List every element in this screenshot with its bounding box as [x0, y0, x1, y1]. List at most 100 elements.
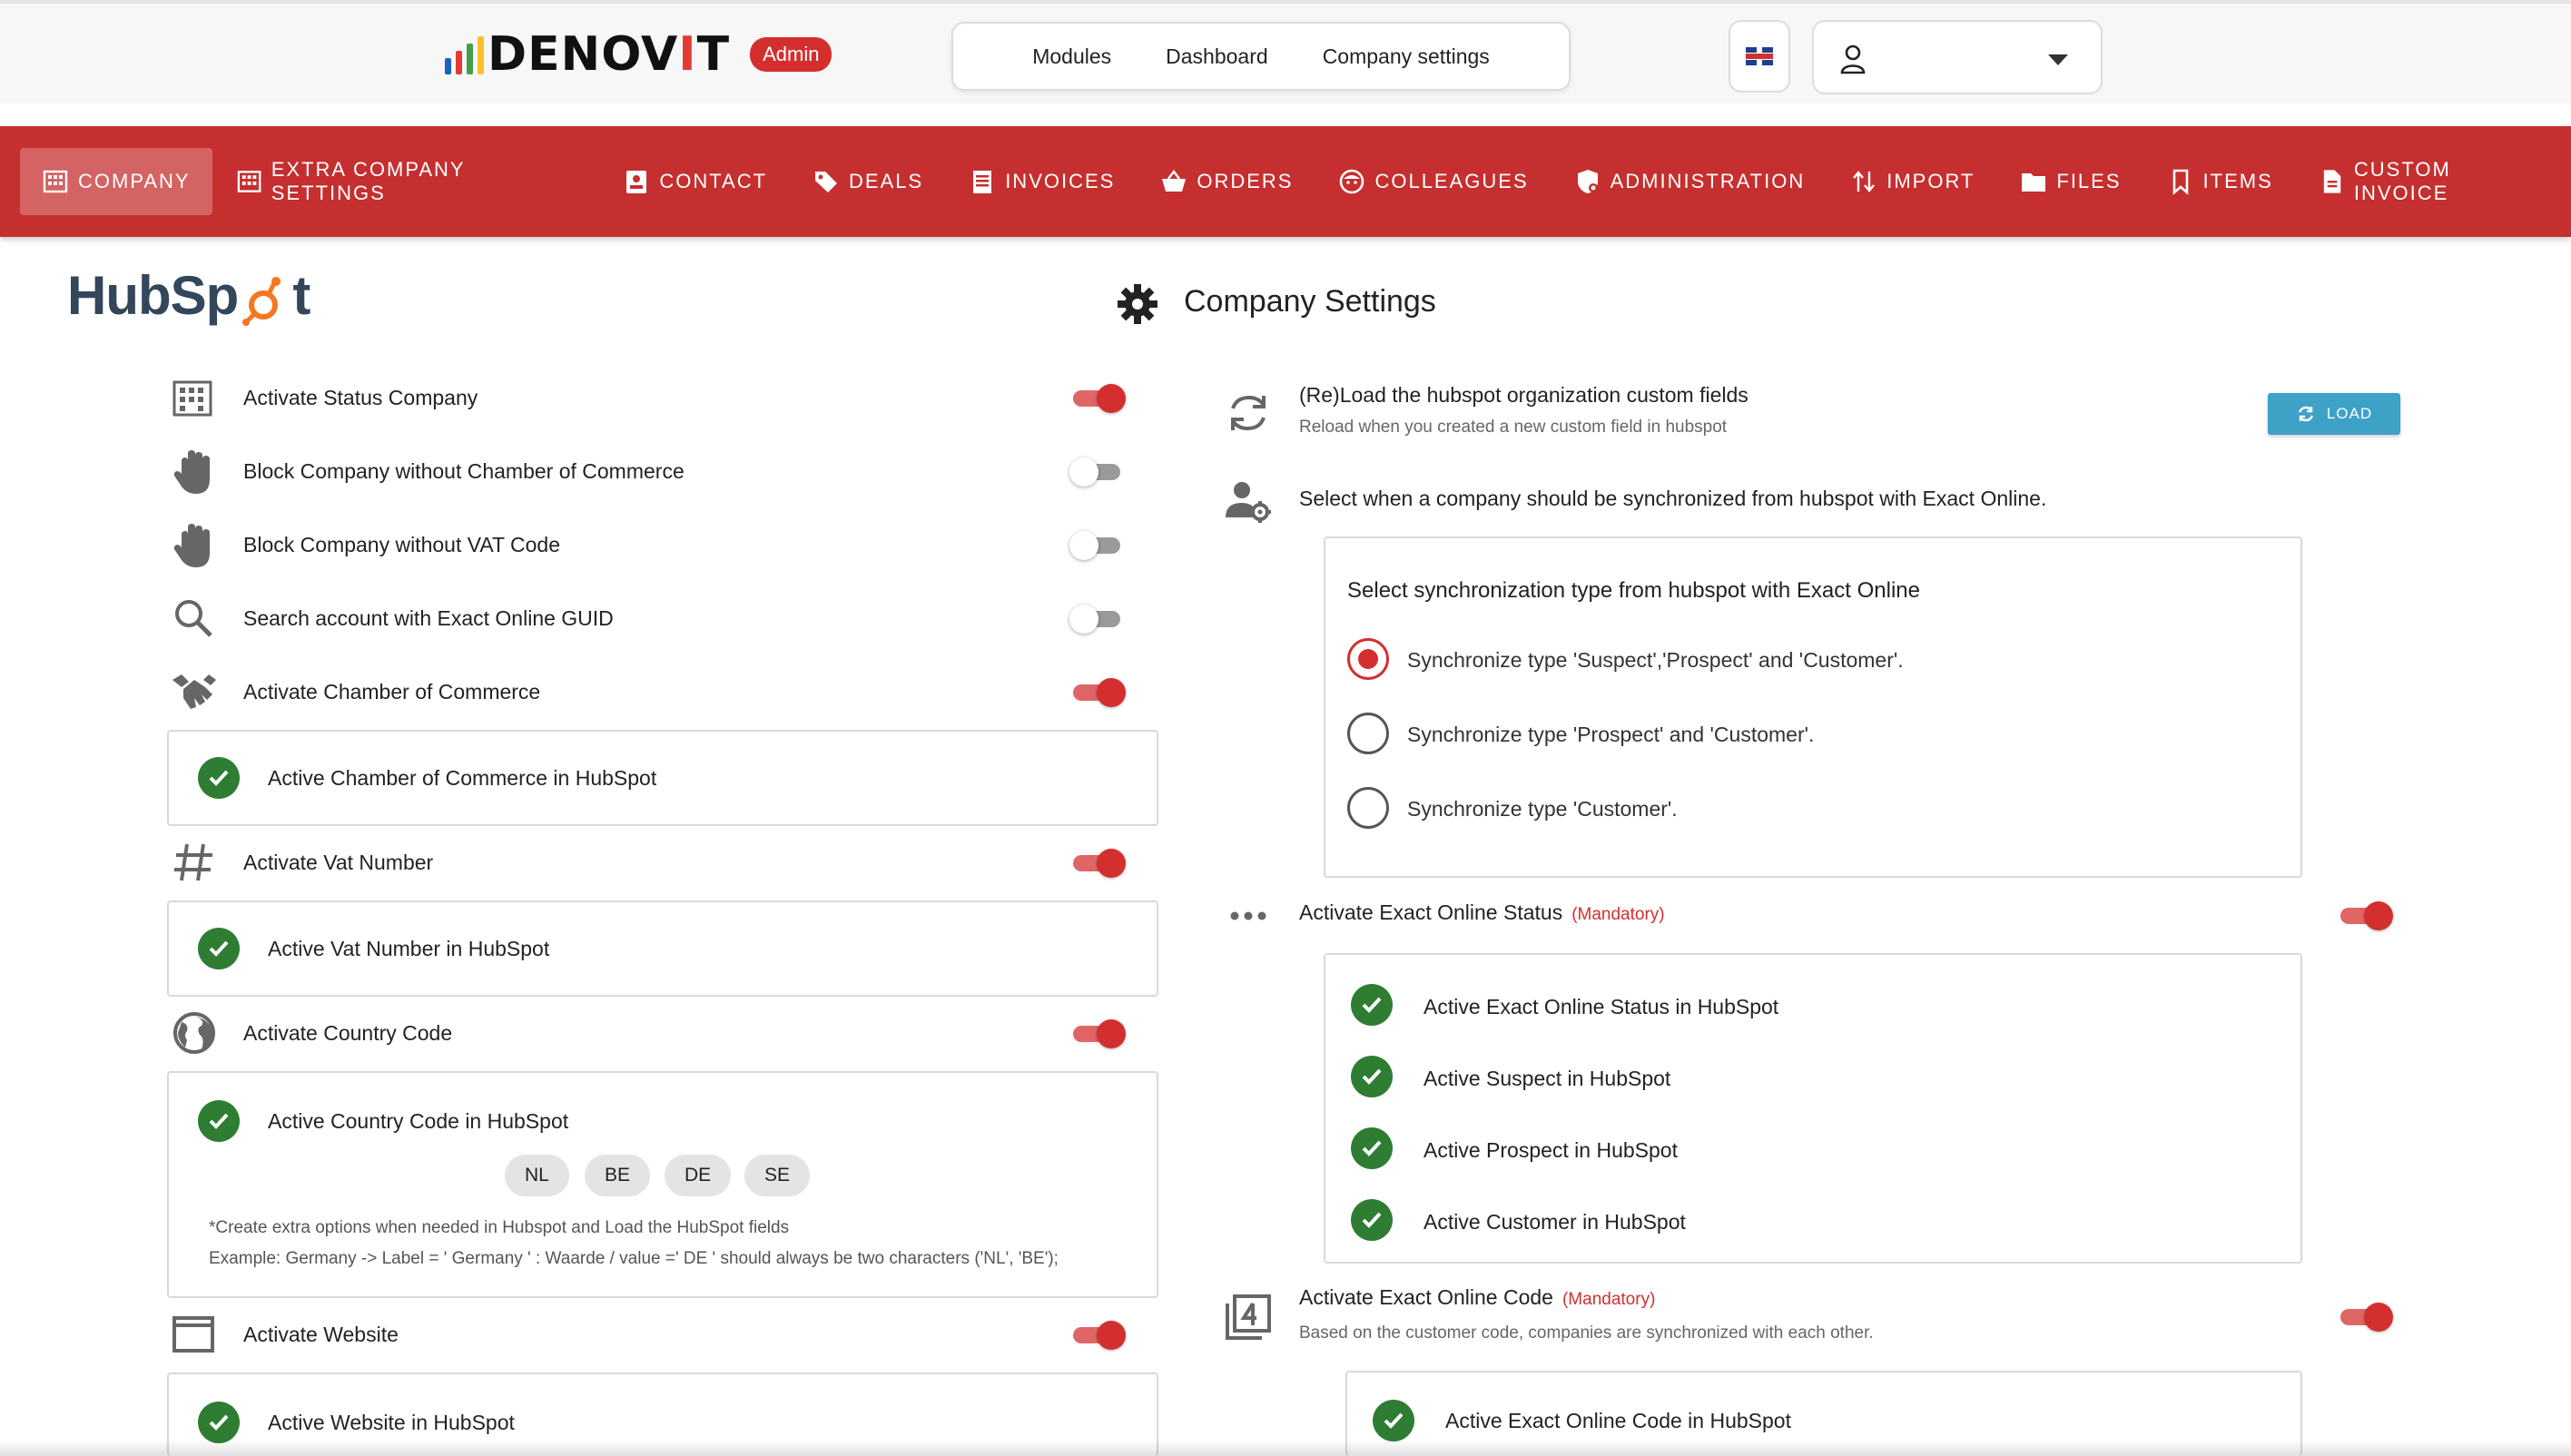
tag-icon: [815, 172, 838, 192]
menu-contact[interactable]: Contact: [601, 148, 789, 215]
menu-import-label: Import: [1886, 170, 1975, 192]
country-chip-be[interactable]: BE: [585, 1155, 651, 1196]
toggle-exact-code[interactable]: [2340, 1301, 2393, 1333]
globe-icon: [173, 1012, 215, 1054]
toggle-block-vat[interactable]: [1069, 529, 1124, 562]
building-icon: [237, 171, 261, 192]
country-note-1: *Create extra options when needed in Hub…: [209, 1218, 790, 1237]
menu-contact-label: Contact: [659, 170, 768, 192]
hubspot-logo: HubSp t: [67, 263, 310, 327]
document-icon: [2323, 170, 2341, 193]
sync-option-2-label: Synchronize type 'Prospect' and 'Custome…: [1407, 723, 1815, 746]
toggle-website[interactable]: [1073, 1319, 1126, 1352]
building-icon: [172, 380, 212, 417]
contact-card-icon: [626, 171, 647, 193]
menu-invoices-label: Invoices: [1005, 170, 1116, 192]
toggle-vat[interactable]: [1073, 847, 1126, 880]
gear-icon: [1118, 284, 1157, 324]
menu-import[interactable]: Import: [1828, 148, 1996, 215]
folder-icon: [2022, 173, 2046, 192]
menu-administration-label: Administration: [1610, 170, 1806, 192]
more-dots-icon: [1230, 911, 1266, 920]
toggle-status-company[interactable]: [1073, 382, 1126, 415]
country-chip-nl[interactable]: NL: [505, 1155, 569, 1196]
setting-label-website: Activate Website: [243, 1323, 399, 1346]
code-mandatory-label: (Mandatory): [1561, 1290, 1656, 1309]
menu-files[interactable]: Files: [1998, 148, 2142, 215]
country-chip-se[interactable]: SE: [744, 1155, 811, 1196]
menu-administration[interactable]: Administration: [1552, 148, 1827, 215]
building-icon: [43, 170, 68, 193]
menu-company[interactable]: Company: [20, 148, 212, 215]
menu-company-label: Company: [78, 170, 191, 192]
hand-icon: [173, 450, 210, 494]
user-settings-icon: [1226, 482, 1271, 523]
status-item-3: Active Prospect in HubSpot: [1423, 1138, 1678, 1162]
hubspot-sprocket-icon: [242, 277, 281, 326]
nav-company-settings[interactable]: Company settings: [1323, 44, 1490, 69]
radio-selected[interactable]: [1347, 638, 1389, 680]
menu-deals[interactable]: Deals: [791, 148, 945, 215]
refresh-icon: [2298, 406, 2313, 422]
check-circle-icon: [198, 757, 240, 799]
check-circle-icon: [198, 1100, 240, 1142]
language-button[interactable]: [1729, 20, 1790, 93]
top-header: DENOVIT Admin Modules Dashboard Company …: [0, 0, 2571, 103]
window-icon: [172, 1316, 214, 1353]
card-coc-label: Active Chamber of Commerce in HubSpot: [268, 766, 657, 790]
sync-title: Select when a company should be synchron…: [1299, 487, 2047, 510]
filter-4-icon: [1226, 1294, 1271, 1340]
sync-card-title: Select synchronization type from hubspot…: [1347, 578, 1920, 603]
menu-deals-label: Deals: [849, 170, 924, 192]
uk-flag-icon: [1746, 47, 1773, 65]
toggle-block-coc[interactable]: [1069, 456, 1124, 488]
nav-modules[interactable]: Modules: [1032, 44, 1111, 69]
code-subtitle: Based on the customer code, companies ar…: [1299, 1323, 1874, 1343]
hash-icon: [174, 843, 212, 881]
nav-dashboard[interactable]: Dashboard: [1166, 44, 1268, 69]
sync-option-2[interactable]: Synchronize type 'Prospect' and 'Custome…: [1347, 713, 2164, 758]
radio-unselected[interactable]: [1347, 787, 1389, 829]
card-coc: Active Chamber of Commerce in HubSpot: [167, 730, 1158, 826]
menu-custom-invoice[interactable]: Custom Invoice: [2297, 148, 2569, 215]
status-title-text: Activate Exact Online Status: [1299, 900, 1563, 924]
refresh-icon: [1231, 395, 1266, 431]
hand-icon: [173, 524, 210, 567]
setting-label-block-coc: Block Company without Chamber of Commerc…: [243, 459, 685, 483]
menu-colleagues[interactable]: Colleagues: [1316, 148, 1550, 215]
menu-custom-invoice-label: Custom Invoice: [2353, 158, 2451, 204]
menu-orders[interactable]: Orders: [1138, 148, 1315, 215]
user-select[interactable]: [1812, 20, 2103, 94]
code-title-text: Activate Exact Online Code: [1299, 1285, 1553, 1309]
check-circle-icon: [198, 1402, 240, 1443]
status-title: Activate Exact Online Status (Mandatory): [1299, 900, 1665, 925]
menu-items[interactable]: Items: [2145, 148, 2295, 215]
hubspot-logo-text-end: t: [292, 264, 310, 326]
menu-extra-company-settings[interactable]: Extra Company Settings: [214, 148, 600, 215]
setting-label-country: Activate Country Code: [243, 1021, 453, 1045]
check-circle-icon: [198, 928, 240, 969]
chevron-down-icon: [2048, 54, 2068, 65]
status-item-1: Active Exact Online Status in HubSpot: [1423, 995, 1779, 1018]
handshake-icon: [172, 674, 216, 709]
radio-unselected[interactable]: [1347, 713, 1389, 754]
toggle-country[interactable]: [1073, 1018, 1126, 1050]
reload-subtitle: Reload when you created a new custom fie…: [1299, 418, 1728, 437]
country-chip-de[interactable]: DE: [665, 1155, 732, 1196]
sync-option-3[interactable]: Synchronize type 'Customer'.: [1347, 787, 2164, 832]
toggle-coc[interactable]: [1073, 676, 1126, 709]
status-item-4: Active Customer in HubSpot: [1423, 1210, 1686, 1234]
load-button[interactable]: LOAD: [2268, 393, 2400, 435]
toggle-exact-status[interactable]: [2340, 900, 2393, 932]
toggle-search-guid[interactable]: [1069, 603, 1124, 635]
sync-option-1[interactable]: Synchronize type 'Suspect','Prospect' an…: [1347, 638, 2164, 684]
status-card: Active Exact Online Status in HubSpot Ac…: [1324, 953, 2302, 1264]
setting-label-block-vat: Block Company without VAT Code: [243, 533, 560, 556]
check-circle-icon: [1351, 1199, 1393, 1241]
denovit-logo[interactable]: DENOVIT Admin: [445, 31, 832, 78]
menu-files-label: Files: [2056, 170, 2122, 192]
load-button-label: LOAD: [2326, 405, 2373, 422]
menu-invoices[interactable]: Invoices: [947, 148, 1137, 215]
setting-label-search-guid: Search account with Exact Online GUID: [243, 606, 614, 630]
bookmark-icon: [2172, 169, 2188, 195]
